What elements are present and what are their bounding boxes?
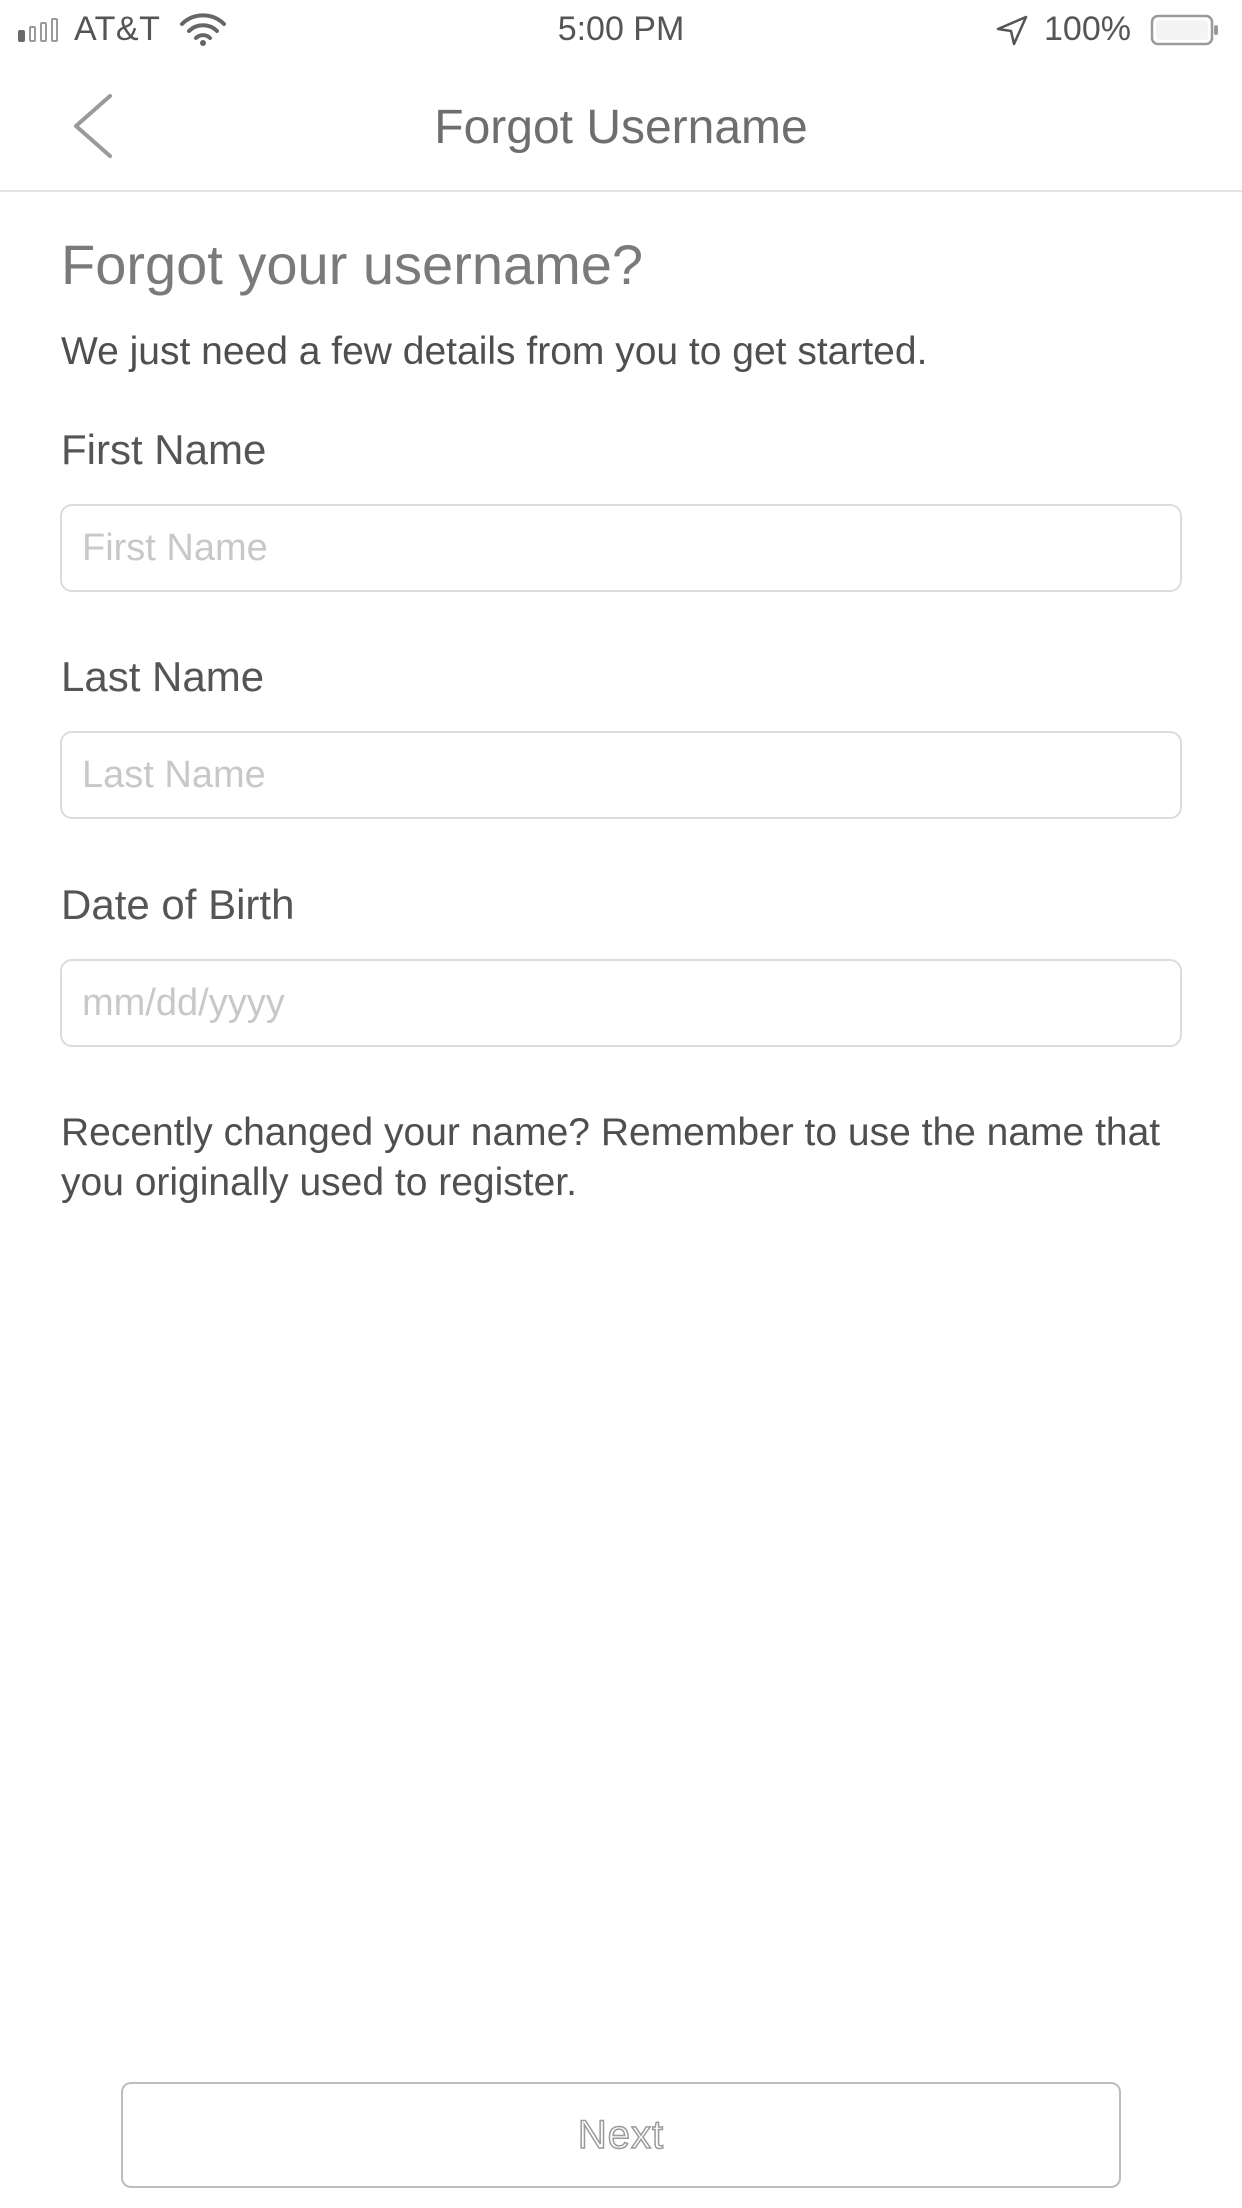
form-heading: Forgot your username?: [61, 233, 644, 296]
next-button[interactable]: Next: [121, 2082, 1121, 2188]
page-title: Forgot Username: [434, 101, 808, 154]
first-name-label: First Name: [61, 426, 267, 473]
location-arrow-icon: [996, 15, 1028, 46]
navigation-bar: Forgot Username: [0, 62, 1242, 192]
date-of-birth-label: Date of Birth: [61, 881, 295, 928]
status-bar: AT&T 5:00 PM 100%: [0, 0, 1242, 60]
battery-icon: [1150, 14, 1218, 46]
first-name-input[interactable]: [60, 504, 1182, 592]
date-of-birth-input[interactable]: [60, 959, 1182, 1047]
last-name-input[interactable]: [60, 731, 1182, 819]
form-subtitle: We just need a few details from you to g…: [61, 330, 928, 373]
last-name-label: Last Name: [61, 653, 265, 700]
battery-percentage: 100%: [1044, 10, 1131, 48]
name-change-note: Recently changed your name? Remember to …: [61, 1111, 1161, 1204]
